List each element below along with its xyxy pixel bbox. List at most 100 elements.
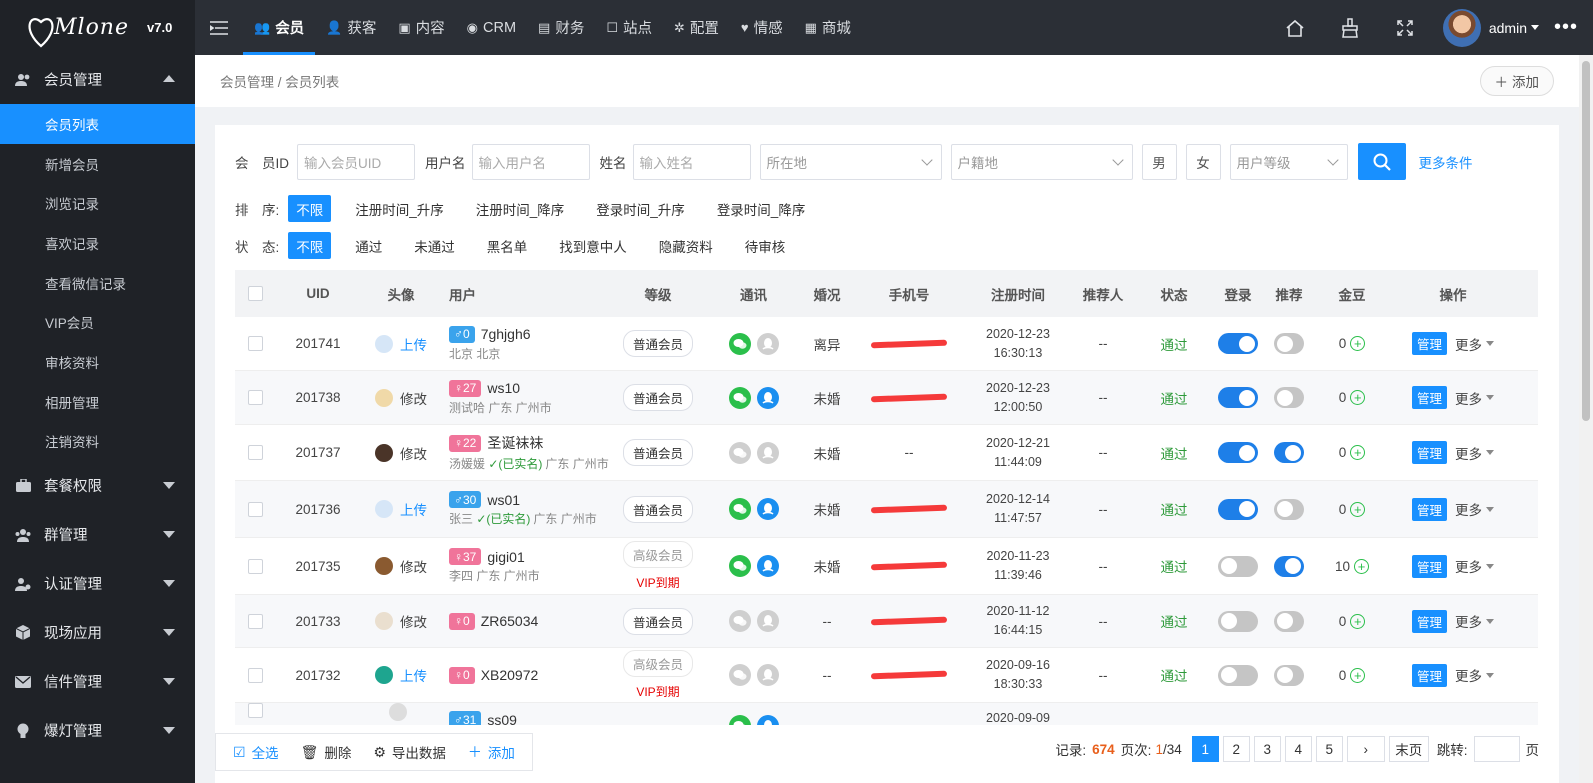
plus-circle-icon[interactable]: + — [1354, 558, 1370, 574]
sidebar-group-letters[interactable]: 信件管理 — [0, 657, 195, 706]
more-dots-icon[interactable]: ••• — [1539, 16, 1593, 39]
sort-option-reg-desc[interactable]: 注册时间_降序 — [468, 195, 573, 222]
footer-add-button[interactable]: ＋ 添加 — [457, 742, 526, 762]
delete-button[interactable]: 🗑 删除 — [290, 742, 363, 762]
select-all-button[interactable]: ☑ 全选 — [222, 742, 290, 762]
status-option-blacklist[interactable]: 黑名单 — [479, 232, 536, 259]
menu-toggle-icon[interactable] — [195, 0, 243, 55]
sort-option-reg-asc[interactable]: 注册时间_升序 — [347, 195, 452, 222]
tab-shop[interactable]: ▦ 商城 — [794, 0, 862, 55]
qq-icon[interactable] — [756, 332, 779, 355]
qq-icon[interactable] — [756, 715, 779, 725]
user-name[interactable]: 圣诞袜袜 — [487, 433, 543, 453]
sidebar-item-vip[interactable]: VIP会员 — [0, 302, 195, 342]
page-4[interactable]: 4 — [1284, 736, 1312, 762]
wechat-icon[interactable] — [728, 715, 751, 725]
recommend-toggle[interactable] — [1274, 555, 1304, 577]
level-select[interactable]: 用户等级 — [1229, 143, 1348, 180]
wechat-icon[interactable] — [728, 441, 751, 464]
row-checkbox[interactable] — [247, 558, 263, 574]
recommend-toggle[interactable] — [1274, 664, 1304, 686]
select-all-checkbox[interactable] — [247, 286, 263, 301]
wechat-icon[interactable] — [728, 610, 751, 632]
more-dropdown[interactable]: 更多 — [1455, 334, 1494, 354]
tab-acquire[interactable]: 👤 获客 — [315, 0, 387, 55]
recommend-toggle[interactable] — [1274, 498, 1304, 520]
search-button[interactable] — [1357, 143, 1406, 180]
avatar[interactable] — [1442, 8, 1481, 47]
male-button[interactable]: 男 — [1141, 143, 1177, 180]
page-3[interactable]: 3 — [1253, 736, 1281, 762]
sidebar-group-auth[interactable]: 认证管理 — [0, 559, 195, 608]
next-page-button[interactable]: › — [1346, 736, 1385, 762]
more-dropdown[interactable]: 更多 — [1455, 556, 1494, 576]
status-option-hidden[interactable]: 隐藏资料 — [651, 232, 721, 259]
wechat-icon[interactable] — [728, 386, 751, 409]
sidebar-item-add-member[interactable]: 新增会员 — [0, 144, 195, 184]
sidebar-group-groups[interactable]: 群管理 — [0, 510, 195, 559]
sort-option-any[interactable]: 不限 — [288, 195, 332, 222]
tab-content[interactable]: ▣ 内容 — [387, 0, 455, 55]
page-2[interactable]: 2 — [1222, 736, 1250, 762]
status-option-any[interactable]: 不限 — [288, 232, 332, 259]
avatar-action-link[interactable]: 上传 — [400, 499, 427, 519]
tab-config[interactable]: ✲ 配置 — [663, 0, 730, 55]
user-name[interactable]: ws01 — [487, 492, 520, 508]
avatar-action-link[interactable]: 修改 — [400, 611, 427, 631]
recommend-toggle[interactable] — [1274, 333, 1304, 354]
female-button[interactable]: 女 — [1185, 143, 1221, 180]
login-toggle[interactable] — [1218, 333, 1258, 354]
add-button[interactable]: ＋添加 — [1479, 66, 1554, 96]
user-name[interactable]: 7ghjgh6 — [481, 326, 531, 342]
status-option-matched[interactable]: 找到意中人 — [551, 232, 635, 259]
user-name[interactable]: ss09 — [487, 712, 517, 726]
manage-button[interactable]: 管理 — [1411, 609, 1447, 633]
tab-finance[interactable]: ▤ 财务 — [527, 0, 595, 55]
location-select[interactable]: 所在地 — [759, 143, 942, 180]
user-name[interactable]: ws10 — [487, 380, 520, 396]
row-checkbox[interactable] — [247, 667, 263, 683]
row-checkbox[interactable] — [247, 703, 263, 718]
user-name[interactable]: XB20972 — [481, 667, 539, 683]
login-toggle[interactable] — [1218, 387, 1258, 408]
recommend-toggle[interactable] — [1274, 442, 1304, 463]
qq-icon[interactable] — [756, 664, 779, 686]
name-input[interactable]: 输入姓名 — [632, 143, 751, 180]
avatar-action-link[interactable]: 修改 — [400, 388, 427, 408]
tab-emotion[interactable]: ♥ 情感 — [730, 0, 794, 55]
sidebar-group-onsite[interactable]: 现场应用 — [0, 608, 195, 657]
page-1[interactable]: 1 — [1191, 736, 1219, 762]
plus-circle-icon[interactable]: + — [1350, 390, 1366, 405]
home-icon[interactable] — [1268, 0, 1323, 55]
more-dropdown[interactable]: 更多 — [1455, 499, 1494, 519]
page-5[interactable]: 5 — [1315, 736, 1343, 762]
avatar-action-link[interactable]: 上传 — [400, 665, 427, 685]
user-name[interactable]: ZR65034 — [481, 613, 539, 629]
avatar-action-link[interactable]: 修改 — [400, 443, 427, 463]
wechat-icon[interactable] — [728, 555, 751, 577]
qq-icon[interactable] — [756, 386, 779, 409]
status-option-pending[interactable]: 待审核 — [737, 232, 794, 259]
tab-site[interactable]: ☐ 站点 — [595, 0, 663, 55]
hukou-select[interactable]: 户籍地 — [950, 143, 1133, 180]
clear-cache-icon[interactable] — [1323, 0, 1378, 55]
tab-member[interactable]: 👥 会员 — [243, 0, 316, 55]
row-checkbox[interactable] — [247, 390, 263, 405]
manage-button[interactable]: 管理 — [1411, 386, 1447, 409]
user-name[interactable]: gigi01 — [487, 549, 524, 565]
avatar-action-link[interactable]: 修改 — [400, 556, 427, 576]
sidebar-group-member[interactable]: 会员管理 — [0, 55, 195, 104]
jump-page-input[interactable] — [1473, 736, 1520, 762]
sidebar-item-review[interactable]: 审核资料 — [0, 342, 195, 382]
sort-option-login-asc[interactable]: 登录时间_升序 — [588, 195, 693, 222]
more-dropdown[interactable]: 更多 — [1455, 443, 1494, 463]
login-toggle[interactable] — [1218, 555, 1258, 577]
row-checkbox[interactable] — [247, 501, 263, 517]
login-toggle[interactable] — [1218, 610, 1258, 632]
avatar-action-link[interactable]: 上传 — [400, 334, 427, 354]
recommend-toggle[interactable] — [1274, 610, 1304, 632]
more-dropdown[interactable]: 更多 — [1455, 388, 1494, 408]
fullscreen-icon[interactable] — [1378, 0, 1433, 55]
manage-button[interactable]: 管理 — [1411, 663, 1447, 687]
sidebar-item-browse-records[interactable]: 浏览记录 — [0, 183, 195, 223]
